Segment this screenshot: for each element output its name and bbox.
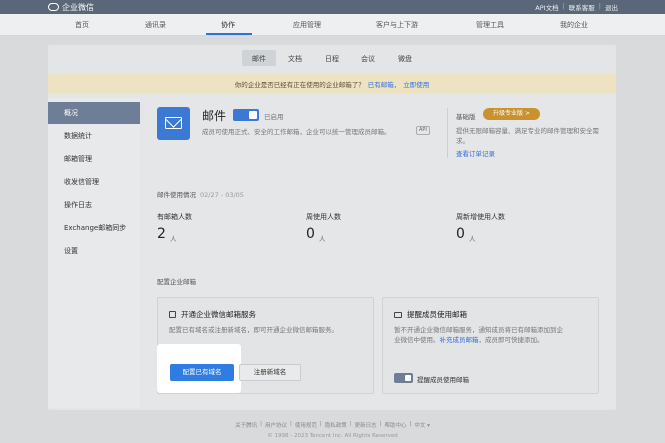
stat-label-weekly-new-users: 周新增使用人数 [456,213,505,221]
message-icon [394,311,402,318]
card1-description: 配置已有域名或注册新域名，即可开通企业微信邮箱服务。 [169,326,338,334]
stat-value-mailbox-users: 2 [157,226,166,242]
api-docs-link[interactable]: API文档 [535,2,558,12]
footer-separator: | [349,421,352,427]
separator: | [598,2,601,10]
plan-label: 基础版 [456,113,476,121]
mail-description: 成员可使用正式、安全的工作邮箱，企业可以统一管理成员邮箱。 [202,128,391,136]
nav-apps[interactable]: 应用管理 [293,20,321,30]
card2-desc-line2-b: ，成员即可快捷添加。 [478,336,544,344]
logout-link[interactable]: 退出 [605,2,618,12]
nav-collaboration[interactable]: 协作 [221,20,235,30]
footer-link-changelog[interactable]: 更新日志 [355,421,377,429]
mail-status-label: 已启用 [264,113,284,121]
card1-title: 开通企业微信邮箱服务 [169,309,256,320]
logo-text: 企业微信 [62,2,94,12]
footer-separator: | [379,421,382,427]
plan-description: 提供无限邮箱容量、满足专业的邮件管理和安全需求。 [456,127,599,145]
support-link[interactable]: 联系客服 [569,2,595,12]
footer-link-agreement[interactable]: 用户协议 [265,421,287,429]
stat-value-weekly-new-users: 0 [456,226,465,242]
stats-heading-text: 邮件使用情况 [157,191,196,199]
nav-customers[interactable]: 客户与上下游 [376,20,418,30]
config-heading: 配置企业邮箱 [157,278,196,286]
footer: 关于腾讯 | 用户协议 | 使用规范 | 隐私政策 | 更新日志 | 帮助中心 … [0,421,665,429]
remind-members-label: 提醒成员使用邮箱 [417,376,469,384]
stat-unit: 人 [170,235,177,243]
logo[interactable]: 企业微信 [48,2,94,12]
stat-label-mailbox-users: 有邮箱人数 [157,213,192,221]
sidebar-item-overview[interactable]: 概况 [48,102,140,124]
sidebar-item-statistics[interactable]: 数据统计 [48,125,140,147]
nav-contacts[interactable]: 通讯录 [145,20,166,30]
orders-link[interactable]: 查看订单记录 [456,148,495,158]
tab-calendar[interactable]: 日程 [325,54,339,64]
card2-desc-line1: 暂不开通企业微信邮箱服务，通知成员将已有邮箱添加到企 [394,326,563,334]
tab-meeting[interactable]: 会议 [361,54,375,64]
stat-unit: 人 [469,235,476,243]
footer-separator: | [260,421,262,427]
nav-active-underline [206,33,252,35]
banner-text: 你的企业是否已经有正在使用的企业邮箱了？ [234,80,365,89]
stat-label-weekly-users: 周使用人数 [306,213,341,221]
language-selector[interactable]: 中文 ▾ [414,421,430,429]
envelope-icon [165,117,182,129]
register-domain-button[interactable]: 注册新域名 [239,364,301,381]
banner-existing-link[interactable]: 已有邮箱， [368,79,401,89]
sidebar-item-exchange-sync[interactable]: Exchange邮箱同步 [48,217,140,239]
configure-domain-button[interactable]: 配置已有域名 [170,364,234,381]
card2-title-text: 提醒成员使用邮箱 [407,310,467,319]
sidebar: 概况 数据统计 邮箱管理 收发信管理 操作日志 Exchange邮箱同步 设置 [48,98,140,408]
card2-desc-line2: 业微信中使用。补充成员邮箱，成员即可快捷添加。 [394,335,594,345]
nav-home[interactable]: 首页 [75,20,89,30]
card1-title-text: 开通企业微信邮箱服务 [181,310,256,319]
wecom-logo-icon [48,3,59,11]
divider [447,108,448,158]
card2-description: 暂不开通企业微信邮箱服务，通知成员将已有邮箱添加到企 业微信中使用。补充成员邮箱… [394,325,594,345]
stats-date-range: 02/27 - 03/05 [200,191,244,199]
add-member-email-link[interactable]: 补充成员邮箱 [440,336,479,344]
footer-link-about[interactable]: 关于腾讯 [235,421,257,429]
tab-mail[interactable]: 邮件 [252,54,266,64]
tab-docs[interactable]: 文档 [288,54,302,64]
page-title: 邮件 [202,109,227,123]
sidebar-item-mailbox-management[interactable]: 邮箱管理 [48,148,140,170]
footer-separator: | [319,421,322,427]
banner-use-now-link[interactable]: 立即使用 [403,79,429,89]
upgrade-button[interactable]: 升级专业版 > [483,108,540,120]
mailbox-icon [169,311,176,318]
sub-tabs: 邮件 文档 日程 会议 微盘 [48,45,616,73]
notice-banner: 你的企业是否已经有正在使用的企业邮箱了？ 已有邮箱， 立即使用 [48,74,616,93]
separator: | [562,2,565,10]
main-nav: 首页 通讯录 协作 应用管理 客户与上下游 管理工具 我的企业 [0,14,665,36]
footer-links: 关于腾讯 | 用户协议 | 使用规范 | 隐私政策 | 更新日志 | 帮助中心 … [0,421,665,429]
stat-value-weekly-users: 0 [306,226,315,242]
nav-tools[interactable]: 管理工具 [476,20,504,30]
copyright: © 1998 - 2023 Tencent Inc. All Rights Re… [267,433,398,439]
footer-link-privacy[interactable]: 隐私政策 [325,421,347,429]
tab-drive[interactable]: 微盘 [398,54,412,64]
card2-desc-line2-a: 业微信中使用。 [394,336,440,344]
top-bar: 企业微信 API文档 | 联系客服 | 退出 [0,0,665,14]
card2-title: 提醒成员使用邮箱 [394,309,467,320]
footer-separator: | [409,421,412,427]
top-links: API文档 | 联系客服 | 退出 [535,2,618,12]
stats-heading: 邮件使用情况 02/27 - 03/05 [157,189,244,199]
footer-link-rules[interactable]: 使用规范 [295,421,317,429]
nav-my-company[interactable]: 我的企业 [560,20,588,30]
remind-members-toggle[interactable] [394,373,413,383]
footer-separator: | [290,421,292,427]
stat-unit: 人 [319,235,326,243]
sidebar-item-settings[interactable]: 设置 [48,240,140,262]
api-badge[interactable]: API [416,126,430,135]
mail-app-icon [157,107,190,140]
mail-enable-toggle[interactable] [233,109,259,121]
sidebar-item-logs[interactable]: 操作日志 [48,194,140,216]
sidebar-item-send-receive[interactable]: 收发信管理 [48,171,140,193]
footer-link-help[interactable]: 帮助中心 [384,421,406,429]
